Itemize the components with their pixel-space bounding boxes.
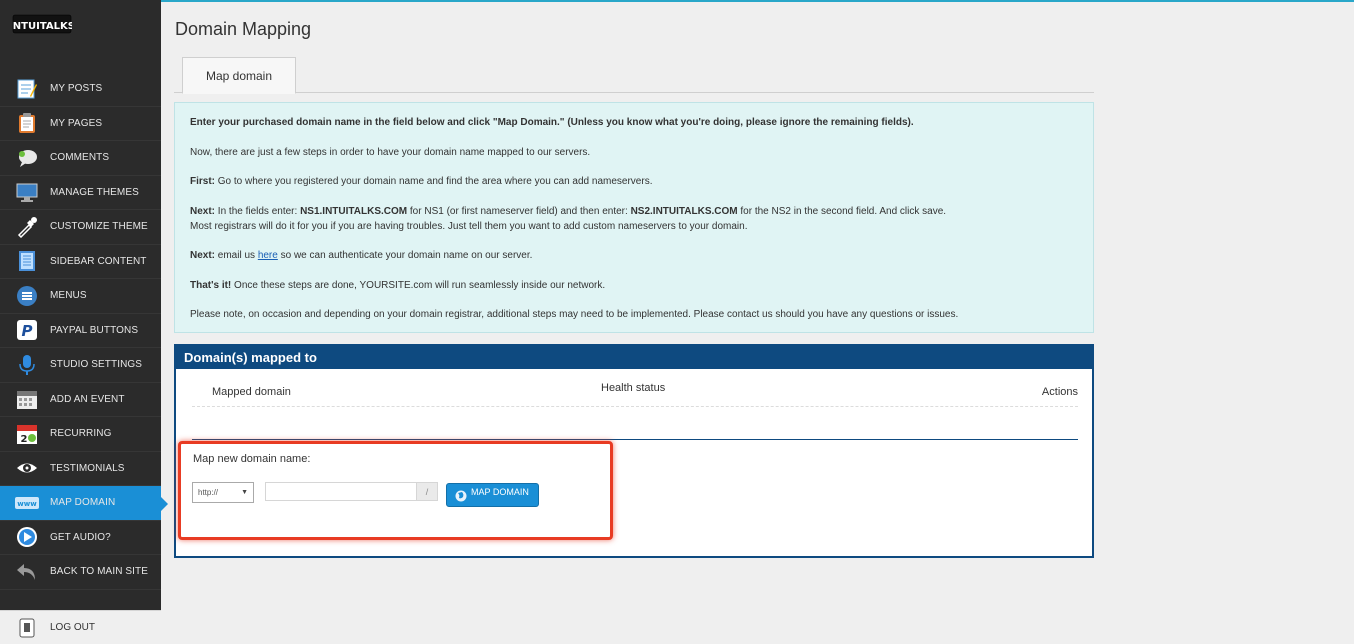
eye-icon [15,456,39,480]
column-mapped-domain: Mapped domain [212,386,291,398]
logout-button[interactable]: LOG OUT [0,610,161,644]
sidebar-item-comments[interactable]: COMMENTS [0,141,161,176]
logo-text: INTUITALKS [12,21,72,32]
tab-map-domain[interactable]: Map domain [182,57,296,94]
sidebar-item-sidebar-content[interactable]: SIDEBAR CONTENT [0,245,161,279]
tab-bar: Map domain [174,57,1094,94]
microphone-icon [15,353,39,377]
map-domain-button-label: MAP DOMAIN [471,487,529,497]
instructions-steps: Now, there are just a few steps in order… [190,146,591,158]
logo[interactable]: INTUITALKS [12,10,72,38]
instructions-next-email: Next: email us here so we can authentica… [190,250,533,261]
sidebar-item-label: MY PAGES [50,117,103,129]
instructions-done: That's it! Once these steps are done, YO… [190,279,606,291]
column-health-status: Health status [601,382,666,394]
sidebar: INTUITALKS MY POSTS MY PAGES COMMENTS MA… [0,0,168,644]
play-icon [15,525,39,549]
protocol-value: http:// [198,488,219,497]
clipboard-icon [15,111,39,135]
eyedropper-icon [15,215,39,239]
notepad-icon [15,77,39,101]
sidebar-item-add-an-event[interactable]: ADD AN EVENT [0,383,161,417]
sidebar-item-my-pages[interactable]: MY PAGES [0,107,161,141]
instructions-intro: Enter your purchased domain name in the … [190,117,914,128]
speech-bubble-icon [15,146,39,170]
svg-text:www: www [17,500,37,508]
sidebar-item-get-audio[interactable]: GET AUDIO? [0,521,161,555]
domain-name-input[interactable] [265,482,417,501]
instructions-note: Please note, on occasion and depending o… [190,309,959,320]
monitor-icon [15,180,39,204]
logout-icon [15,616,39,640]
globe-icon [455,490,467,504]
sidebar-item-label: BACK TO MAIN SITE [50,566,149,578]
sidebar-document-icon [15,249,39,273]
protocol-select[interactable]: http:// ▼ [192,482,254,503]
sidebar-item-label: COMMENTS [50,152,110,164]
sidebar-item-label: MANAGE THEMES [50,186,139,198]
sidebar-nav: MY POSTS MY PAGES COMMENTS MANAGE THEMES… [0,72,168,590]
sidebar-item-menus[interactable]: MENUS [0,279,161,314]
paypal-icon: P [15,318,39,342]
instructions-first: First: Go to where you registered your d… [190,176,653,187]
sidebar-item-label: MENUS [50,290,87,302]
instructions-panel: Enter your purchased domain name in the … [174,102,1094,333]
top-accent-line [0,0,1354,2]
sidebar-item-studio-settings[interactable]: STUDIO SETTINGS [0,348,161,383]
page-title: Domain Mapping [175,19,312,39]
sidebar-item-back-to-main-site[interactable]: BACK TO MAIN SITE [0,555,161,590]
www-icon: www [15,491,39,515]
mapped-domains-table-header: Mapped domain Health status Actions [192,374,1078,407]
map-domain-button[interactable]: MAP DOMAIN [446,483,539,507]
caret-down-icon: ▼ [241,489,248,496]
sidebar-item-label: CUSTOMIZE THEME [50,221,148,233]
mapped-domains-header: Domain(s) mapped to [176,346,1092,369]
sidebar-item-map-domain[interactable]: www MAP DOMAIN [0,486,168,521]
table-divider [192,439,1078,440]
recurring-calendar-icon: 2 [15,422,39,446]
sidebar-item-label: PAYPAL BUTTONS [50,324,139,336]
svg-text:P: P [22,322,33,340]
sidebar-item-label: RECURRING [50,428,112,440]
instructions-next-nameservers: Next: In the fields enter: NS1.INTUITALK… [190,205,947,232]
back-arrow-icon [15,560,39,584]
map-new-domain-label: Map new domain name: [193,453,311,465]
sidebar-item-label: MY POSTS [50,83,103,95]
svg-text:2: 2 [21,434,28,445]
sidebar-item-manage-themes[interactable]: MANAGE THEMES [0,176,161,210]
sidebar-item-label: TESTIMONIALS [50,462,125,474]
sidebar-item-label: MAP DOMAIN [50,497,116,509]
sidebar-item-label: ADD AN EVENT [50,393,125,405]
sidebar-item-paypal-buttons[interactable]: P PAYPAL BUTTONS [0,314,161,348]
sidebar-item-testimonials[interactable]: TESTIMONIALS [0,452,161,486]
calendar-icon [15,387,39,411]
path-slash: / [416,482,438,501]
sidebar-item-label: GET AUDIO? [50,531,111,543]
sidebar-item-customize-theme[interactable]: CUSTOMIZE THEME [0,210,161,245]
sidebar-item-recurring[interactable]: 2 RECURRING [0,417,161,452]
email-here-link[interactable]: here [258,250,278,261]
logout-label: LOG OUT [50,622,96,633]
sidebar-item-my-posts[interactable]: MY POSTS [0,72,161,107]
sidebar-item-label: STUDIO SETTINGS [50,359,143,371]
sidebar-item-label: SIDEBAR CONTENT [50,255,147,267]
column-actions: Actions [1041,386,1078,398]
menu-list-icon [15,284,39,308]
